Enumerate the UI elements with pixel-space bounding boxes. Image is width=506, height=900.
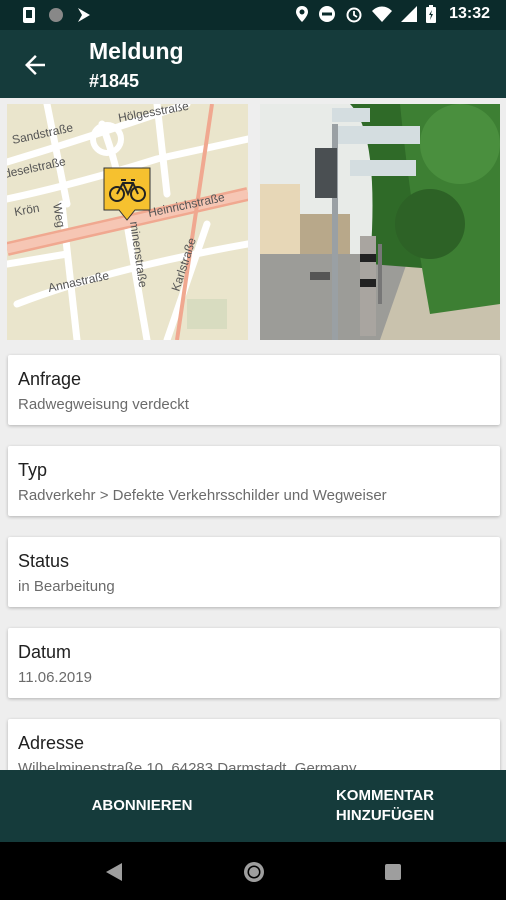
app-bar: Meldung #1845	[0, 30, 506, 98]
card-label: Datum	[18, 642, 72, 662]
nav-recents-icon[interactable]	[384, 863, 402, 881]
status-bar: 13:32	[0, 0, 506, 30]
battery-icon	[426, 5, 437, 23]
circle-notification-icon	[49, 8, 63, 22]
back-arrow-icon[interactable]	[20, 50, 50, 80]
card-value: Radwegweisung verdeckt	[18, 396, 189, 413]
card-value: Radverkehr > Defekte Verkehrsschilder un…	[18, 487, 387, 504]
card-anfrage: Anfrage Radwegweisung verdeckt	[8, 355, 500, 425]
add-comment-button[interactable]: KOMMENTAR HINZUFÜGEN	[300, 786, 470, 826]
phone-notification-icon	[23, 7, 35, 23]
street-photo-graphic	[260, 104, 500, 340]
location-icon	[296, 6, 309, 22]
status-time: 13:32	[449, 5, 490, 22]
card-value: in Bearbeitung	[18, 578, 115, 595]
action-bar: ABONNIEREN KOMMENTAR HINZUFÜGEN	[0, 770, 506, 842]
location-map[interactable]: Hölgesstraße Sandstraße deselstraße Krön…	[7, 104, 248, 340]
nav-home-icon[interactable]	[242, 860, 266, 884]
card-label: Typ	[18, 460, 48, 480]
do-not-disturb-icon	[319, 6, 336, 22]
card-label: Anfrage	[18, 369, 82, 389]
wifi-icon	[372, 6, 393, 22]
signal-icon	[401, 6, 418, 22]
card-typ: Typ Radverkehr > Defekte Verkehrsschilde…	[8, 446, 500, 516]
card-value: 11.06.2019	[18, 669, 92, 686]
card-datum: Datum 11.06.2019	[8, 628, 500, 698]
card-label: Adresse	[18, 733, 85, 753]
add-comment-label-line1: KOMMENTAR	[335, 787, 435, 804]
app-notification-icon	[78, 8, 90, 22]
card-status: Status in Bearbeitung	[8, 537, 500, 607]
system-nav-bar	[0, 842, 506, 900]
alarm-icon	[346, 7, 362, 23]
report-photo[interactable]	[260, 104, 500, 340]
add-comment-label-line2: HINZUFÜGEN	[335, 807, 435, 824]
map-graphic: Hölgesstraße Sandstraße deselstraße Krön…	[7, 104, 248, 340]
card-label: Status	[18, 551, 70, 571]
subscribe-button[interactable]: ABONNIEREN	[60, 796, 224, 816]
report-number: #1845	[89, 71, 140, 91]
page-title: Meldung	[89, 38, 184, 64]
nav-back-icon[interactable]	[104, 861, 124, 883]
